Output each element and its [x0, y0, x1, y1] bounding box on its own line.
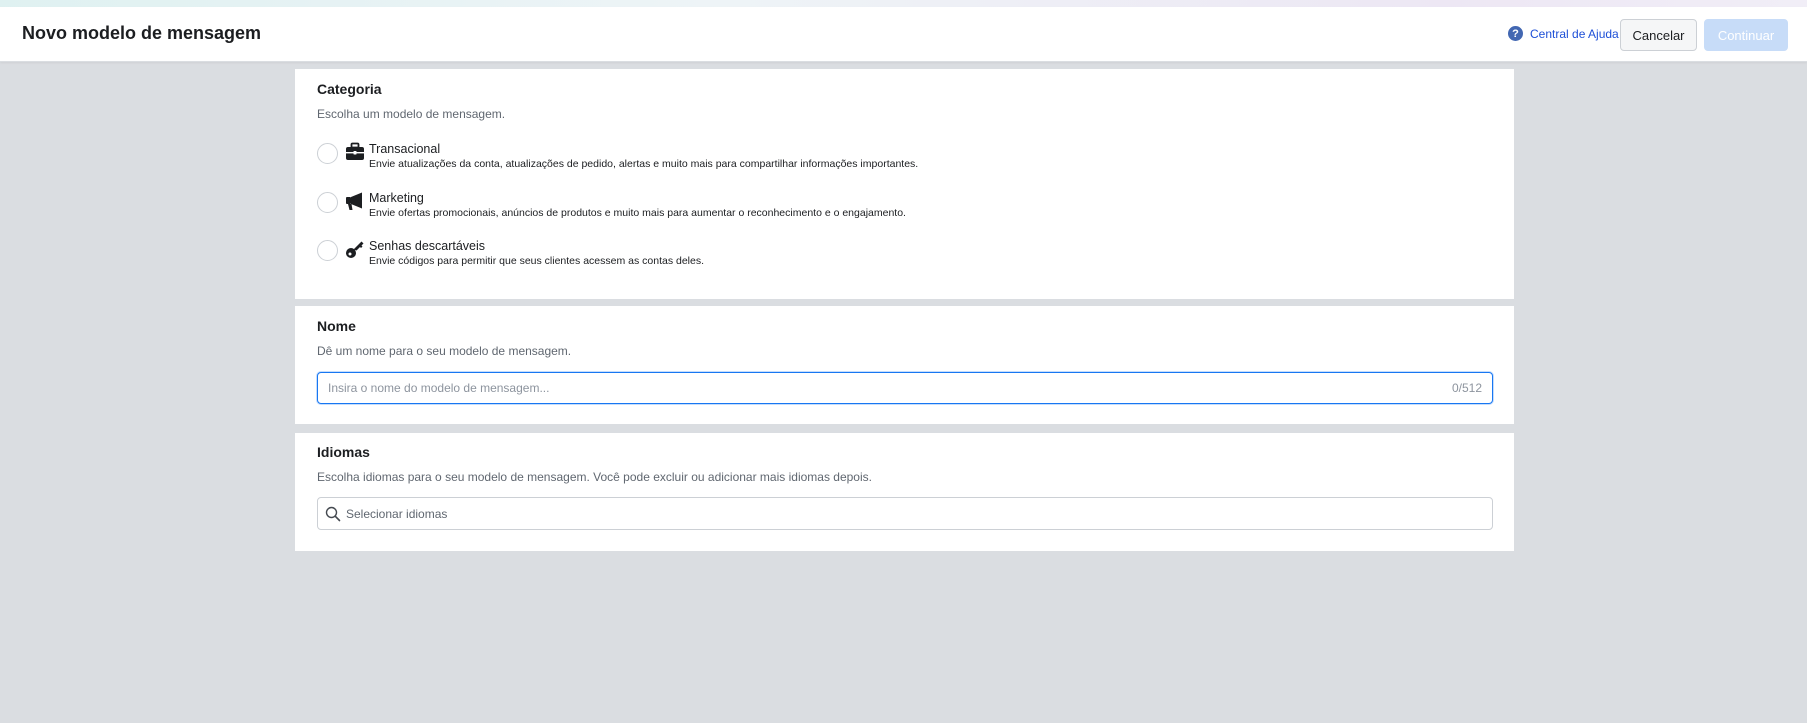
- option-description-otp: Envie códigos para permitir que seus cli…: [369, 255, 705, 267]
- radio-otp[interactable]: [317, 240, 338, 261]
- option-label-otp: Senhas descartáveis: [369, 239, 486, 253]
- help-center-label: Central de Ajuda: [1530, 26, 1619, 41]
- radio-marketing[interactable]: [317, 192, 338, 213]
- option-description-transactional: Envie atualizações da conta, atualizaçõe…: [369, 158, 919, 170]
- languages-search-field: [317, 497, 1493, 530]
- languages-section: Idiomas Escolha idiomas para o seu model…: [295, 433, 1514, 551]
- page-title: Novo modelo de mensagem: [22, 23, 262, 43]
- megaphone-icon: [345, 191, 365, 211]
- question-circle-icon: ?: [1508, 26, 1523, 41]
- category-option-marketing[interactable]: Marketing Envie ofertas promocionais, an…: [317, 189, 1217, 221]
- name-title: Nome: [317, 318, 356, 334]
- option-label-transactional: Transacional: [369, 142, 441, 156]
- search-icon: [325, 506, 341, 522]
- radio-transactional[interactable]: [317, 143, 338, 164]
- name-section: Nome Dê um nome para o seu modelo de men…: [295, 306, 1514, 424]
- continue-button[interactable]: Continuar: [1704, 19, 1788, 51]
- cancel-button[interactable]: Cancelar: [1620, 19, 1697, 51]
- category-option-otp[interactable]: Senhas descartáveis Envie códigos para p…: [317, 237, 1217, 269]
- languages-title: Idiomas: [317, 444, 370, 460]
- key-icon: [345, 239, 365, 259]
- languages-description: Escolha idiomas para o seu modelo de men…: [317, 470, 872, 484]
- character-counter: 0/512: [1451, 381, 1482, 395]
- template-name-field: 0/512: [317, 372, 1493, 404]
- header-bar: Novo modelo de mensagem ? Central de Aju…: [0, 7, 1807, 62]
- category-title: Categoria: [317, 81, 382, 97]
- briefcase-icon: [345, 142, 365, 162]
- name-description: Dê um nome para o seu modelo de mensagem…: [317, 344, 572, 358]
- option-description-marketing: Envie ofertas promocionais, anúncios de …: [369, 207, 906, 219]
- top-accent-strip: [0, 0, 1807, 7]
- languages-search-input[interactable]: [346, 498, 1446, 529]
- option-label-marketing: Marketing: [369, 191, 424, 205]
- category-section: Categoria Escolha um modelo de mensagem.…: [295, 69, 1514, 299]
- category-description: Escolha um modelo de mensagem.: [317, 107, 506, 121]
- template-name-input[interactable]: [328, 373, 1428, 403]
- category-option-transactional[interactable]: Transacional Envie atualizações da conta…: [317, 140, 1217, 172]
- help-center-link[interactable]: ? Central de Ajuda: [1508, 26, 1619, 41]
